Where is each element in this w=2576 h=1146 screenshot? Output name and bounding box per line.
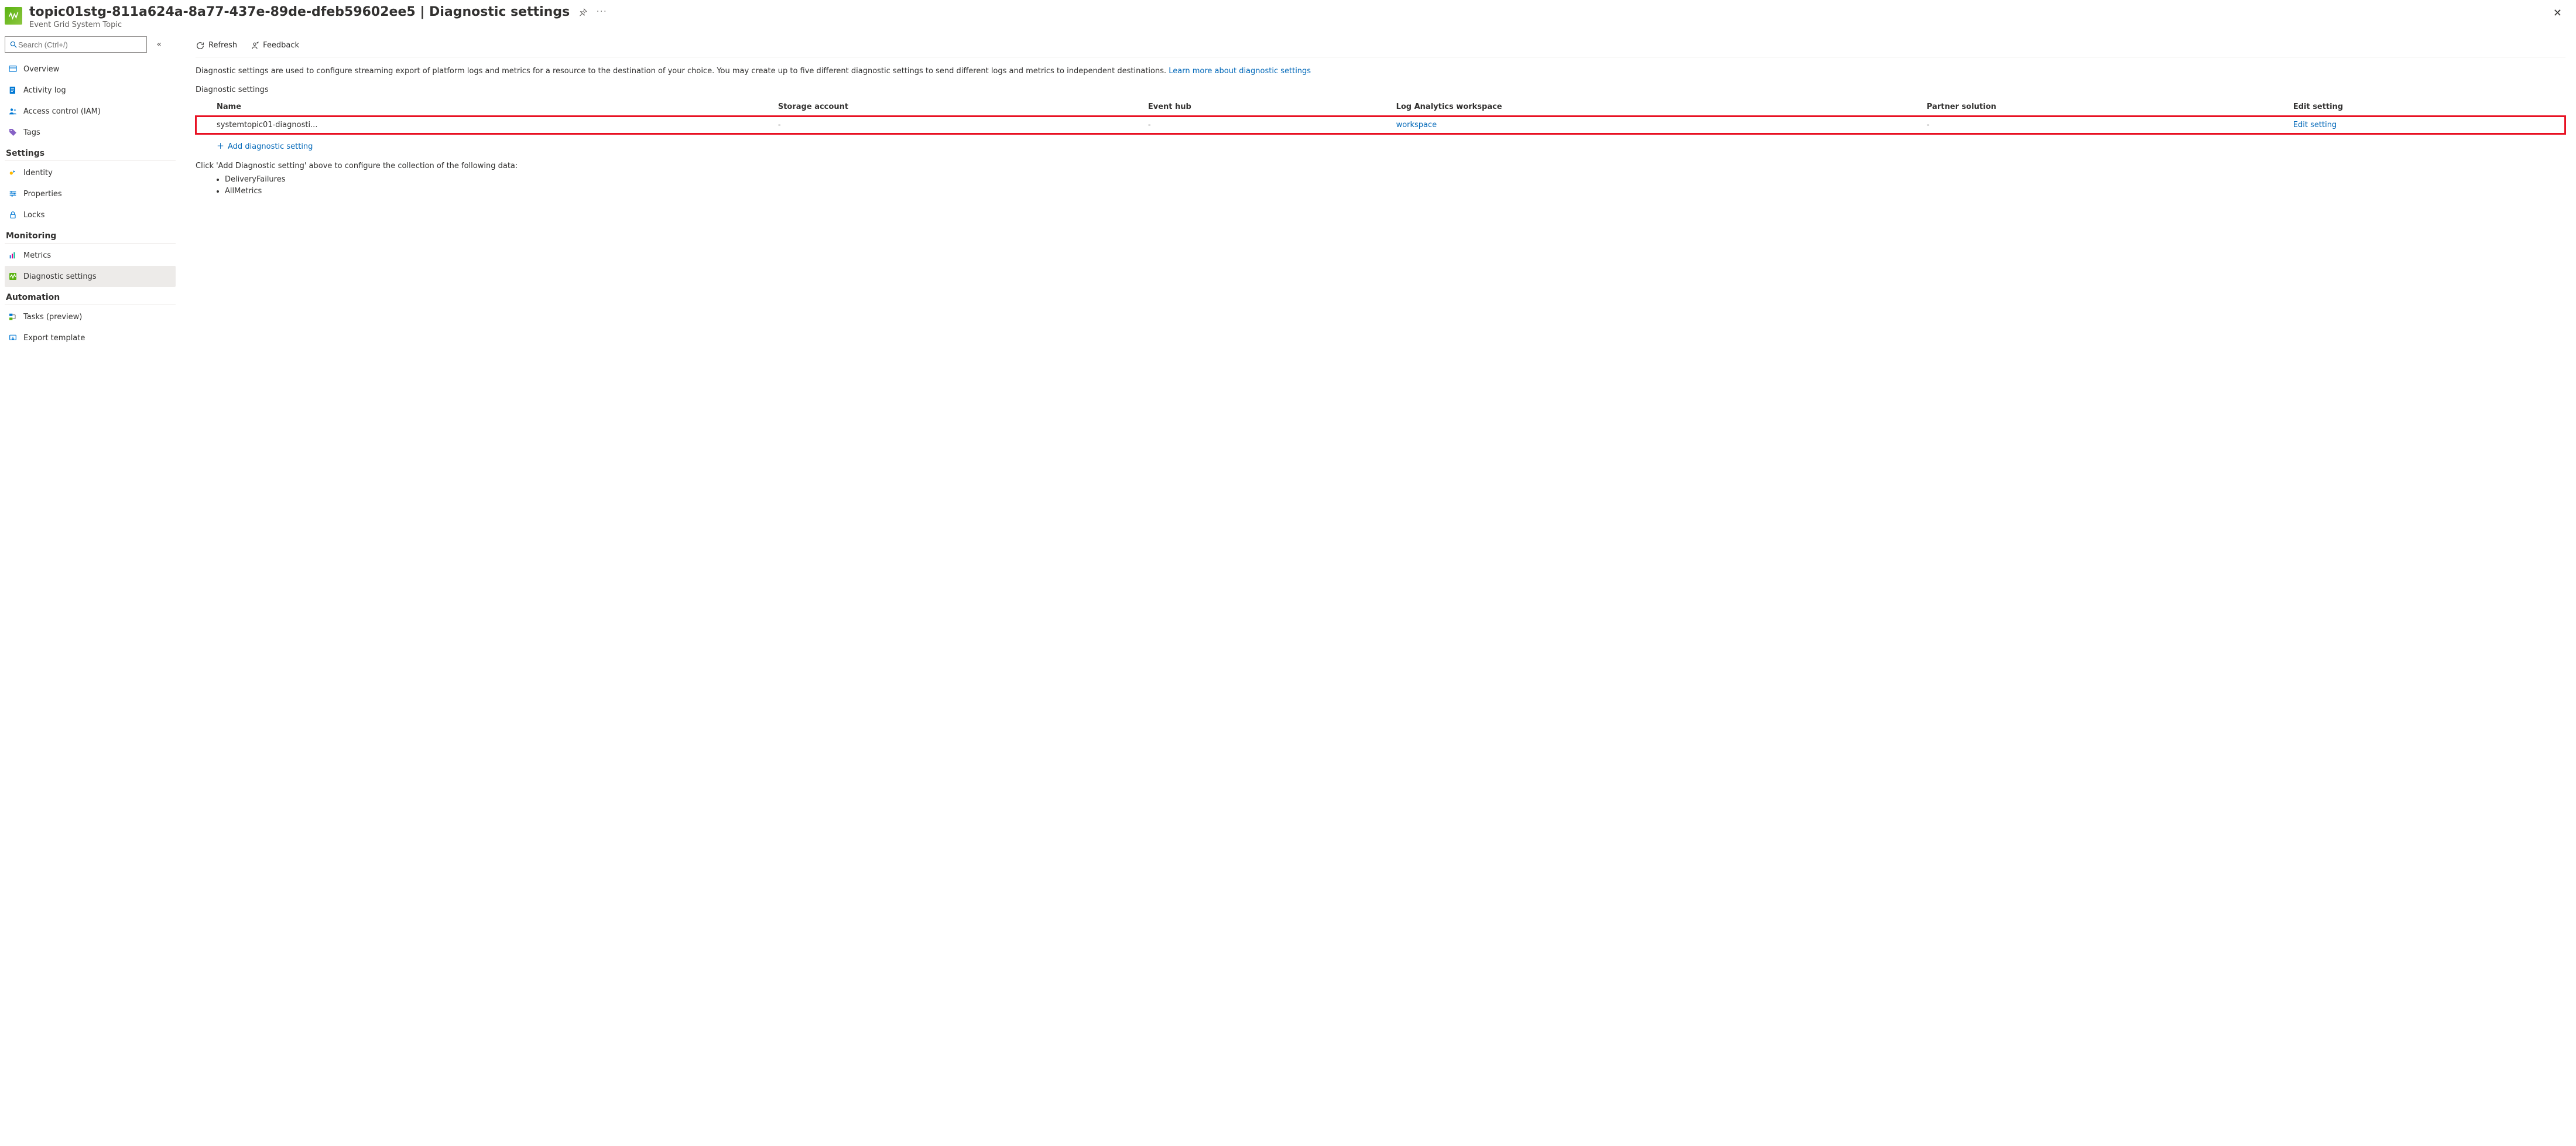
col-partner: Partner solution (1921, 98, 2287, 116)
col-eventhub: Event hub (1142, 98, 1390, 116)
sidebar-item-diagnostic-settings[interactable]: Diagnostic settings (5, 266, 176, 287)
sidebar-item-metrics[interactable]: Metrics (5, 245, 176, 266)
page-title: topic01stg-811a624a-8a77-437e-89de-dfeb5… (29, 5, 570, 19)
row-eventhub: - (1142, 116, 1390, 134)
resource-type-subtitle: Event Grid System Topic (29, 20, 2543, 29)
sidebar-item-export-template[interactable]: Export template (5, 327, 176, 348)
resource-type-icon (5, 7, 22, 25)
sidebar-item-label: Identity (23, 169, 53, 177)
sidebar-search[interactable] (5, 36, 147, 53)
row-partner: - (1921, 116, 2287, 134)
properties-icon (8, 189, 18, 199)
sidebar-item-properties[interactable]: Properties (5, 183, 176, 204)
col-law: Log Analytics workspace (1390, 98, 1921, 116)
col-storage: Storage account (772, 98, 1142, 116)
row-law-link[interactable]: workspace (1396, 121, 1437, 129)
sidebar-item-tasks[interactable]: Tasks (preview) (5, 306, 176, 327)
feedback-icon (250, 41, 259, 50)
table-row: systemtopic01-diagnosti... - - workspace… (196, 116, 2565, 134)
overview-icon (8, 64, 18, 74)
diagnostic-settings-table: Name Storage account Event hub Log Analy… (196, 98, 2565, 134)
sidebar-item-label: Overview (23, 65, 59, 74)
refresh-icon (196, 41, 205, 50)
sidebar-item-label: Locks (23, 211, 44, 220)
diagnostic-settings-icon (8, 272, 18, 281)
metrics-icon (8, 251, 18, 260)
hint-item: AllMetrics (225, 186, 2565, 198)
locks-icon (8, 210, 18, 220)
sidebar-item-locks[interactable]: Locks (5, 204, 176, 225)
identity-icon (8, 168, 18, 177)
sidebar-section-automation: Automation (5, 287, 176, 305)
collapse-sidebar-icon[interactable]: « (156, 40, 162, 49)
sidebar-item-access-control[interactable]: Access control (IAM) (5, 101, 176, 122)
pin-icon[interactable] (578, 7, 588, 18)
close-icon[interactable]: ✕ (2550, 5, 2565, 22)
activity-log-icon (8, 85, 18, 95)
more-icon[interactable]: ··· (597, 7, 607, 18)
sidebar-item-label: Properties (23, 190, 62, 199)
description-text: Diagnostic settings are used to configur… (196, 66, 2565, 77)
sidebar-section-monitoring: Monitoring (5, 225, 176, 244)
tags-icon (8, 128, 18, 137)
edit-setting-link[interactable]: Edit setting (2293, 121, 2337, 129)
feedback-label: Feedback (263, 41, 299, 50)
search-input[interactable] (18, 40, 143, 49)
row-name: systemtopic01-diagnosti... (217, 121, 317, 129)
refresh-label: Refresh (208, 41, 237, 50)
tasks-icon (8, 312, 18, 321)
sidebar-item-label: Activity log (23, 86, 66, 95)
col-name: Name (196, 98, 772, 116)
refresh-button[interactable]: Refresh (196, 41, 237, 50)
access-control-icon (8, 107, 18, 116)
search-icon (9, 40, 18, 49)
sidebar-item-overview[interactable]: Overview (5, 59, 176, 80)
sidebar-item-tags[interactable]: Tags (5, 122, 176, 143)
diagnostic-settings-label: Diagnostic settings (196, 85, 2565, 94)
sidebar-item-label: Access control (IAM) (23, 107, 101, 116)
row-storage: - (772, 116, 1142, 134)
plus-icon: ＋ (217, 142, 224, 151)
sidebar-section-settings: Settings (5, 143, 176, 161)
col-edit: Edit setting (2287, 98, 2565, 116)
hint-item: DeliveryFailures (225, 174, 2565, 186)
export-template-icon (8, 333, 18, 343)
sidebar-item-label: Tags (23, 128, 40, 137)
add-diagnostic-setting-link[interactable]: ＋Add diagnostic setting (217, 142, 313, 151)
sidebar-item-label: Metrics (23, 251, 51, 260)
sidebar-item-label: Export template (23, 334, 85, 343)
feedback-button[interactable]: Feedback (250, 41, 299, 50)
learn-more-link[interactable]: Learn more about diagnostic settings (1169, 67, 1311, 76)
sidebar-item-activity-log[interactable]: Activity log (5, 80, 176, 101)
sidebar-item-label: Tasks (preview) (23, 313, 82, 321)
sidebar-item-label: Diagnostic settings (23, 272, 97, 281)
hint-text: Click 'Add Diagnostic setting' above to … (196, 162, 2565, 170)
sidebar-item-identity[interactable]: Identity (5, 162, 176, 183)
